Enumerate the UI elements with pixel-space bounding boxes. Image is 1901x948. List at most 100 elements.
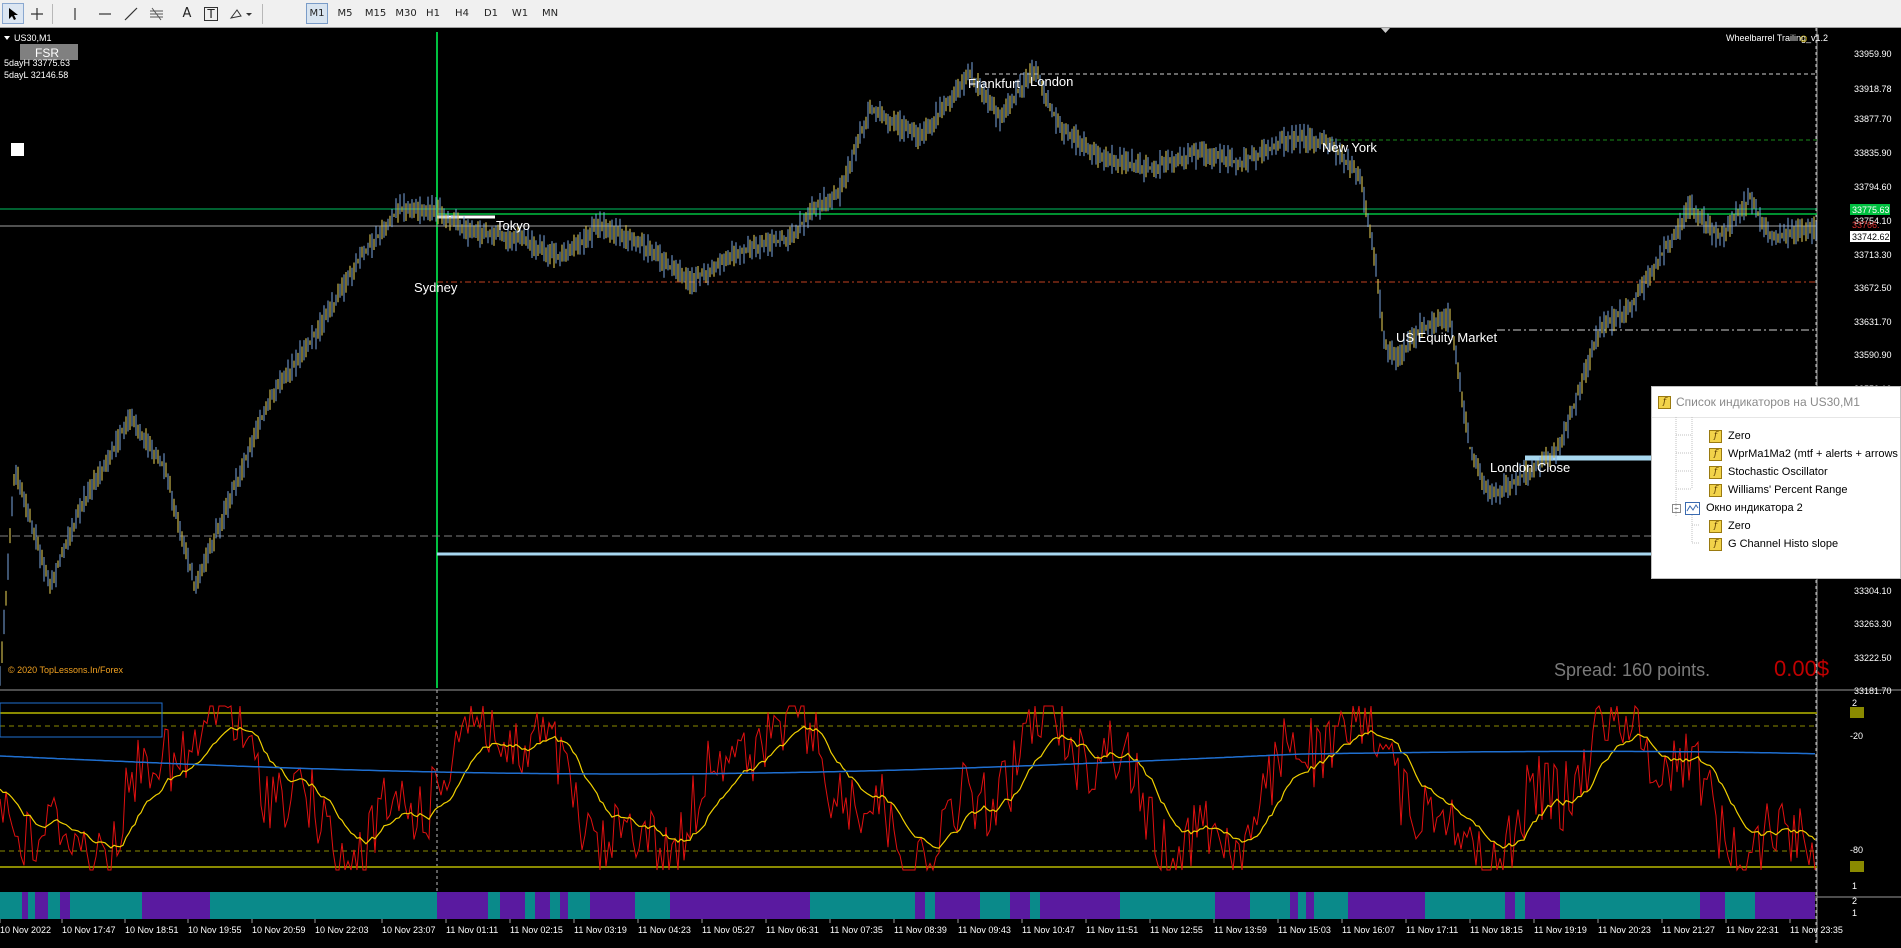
sub2-axis-bottom: 1: [1852, 908, 1857, 918]
timeframe-mn-button[interactable]: MN: [537, 3, 563, 24]
indicator-item-gchannel[interactable]: f G Channel Histo slope: [1709, 535, 1838, 553]
time-axis-label: 11 Nov 04:23: [638, 925, 691, 935]
time-axis-label: 11 Nov 16:07: [1342, 925, 1395, 935]
timeframe-m30-button[interactable]: M30: [393, 3, 419, 24]
histo-bar: [1030, 892, 1040, 919]
time-axis-label: 11 Nov 13:59: [1214, 925, 1267, 935]
indicator-icon: f: [1709, 537, 1722, 551]
histo-bar: [1290, 892, 1298, 919]
price-axis-label: 33181.70: [1854, 686, 1892, 696]
session-label-frankfurt: Frankfurt: [968, 76, 1020, 91]
collapse-icon[interactable]: −: [1672, 503, 1681, 513]
vertical-line-icon[interactable]: [64, 3, 86, 24]
histo-bar: [1010, 892, 1030, 919]
histo-bar: [28, 892, 35, 919]
histo-bar: [0, 892, 22, 919]
session-label-newyork: New York: [1322, 140, 1377, 155]
histo-bar: [1215, 892, 1250, 919]
time-axis-label: 11 Nov 11:51: [1086, 925, 1138, 935]
indicator-label: G Channel Histo slope: [1728, 538, 1839, 550]
histo-bar: [1755, 892, 1815, 919]
price-axis-label: 33672.50: [1854, 283, 1892, 293]
indicator-item-williams[interactable]: f Williams' Percent Range: [1709, 481, 1847, 499]
time-axis-label: 11 Nov 01:11: [446, 925, 498, 935]
sub1-axis-bottom: 1: [1852, 881, 1857, 891]
timeframe-h1-button[interactable]: H1: [422, 3, 444, 24]
time-axis-label: 11 Nov 10:47: [1022, 925, 1075, 935]
profit-text: 0.00$: [1774, 656, 1829, 681]
histo-bar: [560, 892, 568, 919]
sub1-axis-minus20: -20: [1850, 731, 1863, 741]
timeframe-m1-button[interactable]: M1: [306, 3, 328, 24]
histo-bar: [35, 892, 48, 919]
text-label-glyph: T: [204, 6, 218, 21]
histo-bar: [1314, 892, 1348, 919]
histo-bar: [500, 892, 525, 919]
spread-text: Spread: 160 points.: [1554, 660, 1710, 680]
chart-window[interactable]: 33959.90 33918.78 33877.70 33835.90 33794.60…: [0, 28, 1901, 943]
time-axis-label: 11 Nov 12:55: [1150, 925, 1203, 935]
indicator-item-stochastic[interactable]: f Stochastic Oscillator: [1709, 463, 1828, 481]
timeframe-d1-button[interactable]: D1: [480, 3, 502, 24]
time-axis-label: 11 Nov 20:23: [1598, 925, 1651, 935]
indicator-item-zero-2[interactable]: f Zero: [1709, 517, 1751, 535]
session-label-london-close: London Close: [1490, 460, 1570, 475]
indicator-list-titlebar[interactable]: f Список индикаторов на US30,M1: [1652, 387, 1900, 418]
time-axis-label: 11 Nov 22:31: [1726, 925, 1779, 935]
ea-name: Wheelbarrel Trailing_v1.2: [1726, 33, 1828, 43]
ea-smiley-icon: ☺: [1798, 33, 1809, 45]
histo-bar: [670, 892, 810, 919]
crosshair-icon[interactable]: [26, 3, 48, 24]
channel-icon[interactable]: [146, 3, 168, 24]
cursor-arrow-icon[interactable]: [2, 3, 24, 24]
time-axis-label: 11 Nov 06:31: [766, 925, 819, 935]
histo-bar: [525, 892, 535, 919]
indicator-list-window[interactable]: f Список индикаторов на US30,M1 f Zero f…: [1651, 386, 1901, 579]
info-line-2: 5dayL 32146.58: [4, 70, 68, 80]
price-axis-label: 33590.90: [1854, 350, 1892, 360]
histo-bar: [1515, 892, 1525, 919]
trendline-icon[interactable]: [120, 3, 142, 24]
histo-bar: [1725, 892, 1755, 919]
timeframe-w1-button[interactable]: W1: [508, 3, 532, 24]
time-axis-label: 11 Nov 09:43: [958, 925, 1011, 935]
chart-shift-marker-icon[interactable]: [1381, 28, 1390, 33]
time-axis-label: 11 Nov 18:15: [1470, 925, 1523, 935]
price-axis-label: 33918.78: [1854, 84, 1892, 94]
indicator-list-icon: f: [1658, 395, 1671, 409]
panel-checkbox[interactable]: [11, 143, 24, 156]
time-axis-label: 11 Nov 21:27: [1662, 925, 1715, 935]
session-label-tokyo: Tokyo: [496, 218, 530, 233]
price-axis-label: 33222.50: [1854, 653, 1892, 663]
timeframe-h4-button[interactable]: H4: [451, 3, 473, 24]
text-label-icon[interactable]: T: [200, 3, 222, 24]
histo-bar: [935, 892, 980, 919]
time-axis-label: 10 Nov 23:07: [382, 925, 436, 935]
time-axis-label: 11 Nov 19:19: [1534, 925, 1587, 935]
indicator-window-2[interactable]: − Окно индикатора 2: [1672, 499, 1803, 517]
indicator-item-zero[interactable]: f Zero: [1709, 427, 1751, 445]
indicator-icon: f: [1709, 483, 1722, 497]
horizontal-line-icon[interactable]: [94, 3, 116, 24]
histo-bar: [210, 892, 437, 919]
indicator-list-title: Список индикаторов на US30,M1: [1676, 395, 1860, 409]
price-series-bear: [1, 63, 1815, 663]
text-icon[interactable]: A: [176, 3, 198, 24]
histo-bar: [1306, 892, 1314, 919]
histo-bar: [1348, 892, 1425, 919]
indicator-label: Zero: [1728, 520, 1751, 532]
price-axis-label: 33959.90: [1854, 49, 1892, 59]
symbol-dropdown-icon[interactable]: [4, 36, 10, 40]
time-axis-label: 10 Nov 17:47: [62, 925, 116, 935]
indicator-item-wprma1ma2[interactable]: f WprMa1Ma2 (mtf + alerts + arrows: [1709, 445, 1898, 463]
price-axis[interactable]: 33959.90 33918.78 33877.70 33835.90 33794.60…: [1854, 49, 1892, 696]
time-axis-label: 10 Nov 20:59: [252, 925, 306, 935]
shapes-dropdown-icon[interactable]: [226, 3, 256, 24]
timeframe-m15-button[interactable]: M15: [362, 3, 389, 24]
timeframe-m5-button[interactable]: M5: [334, 3, 356, 24]
histo-bar: [22, 892, 28, 919]
indicator-icon: f: [1709, 447, 1722, 461]
time-axis[interactable]: 10 Nov 2022 10 Nov 17:47 10 Nov 18:51 10 No…: [0, 919, 1843, 935]
histo-bar: [1525, 892, 1560, 919]
time-axis-label: 11 Nov 17:11: [1406, 925, 1458, 935]
